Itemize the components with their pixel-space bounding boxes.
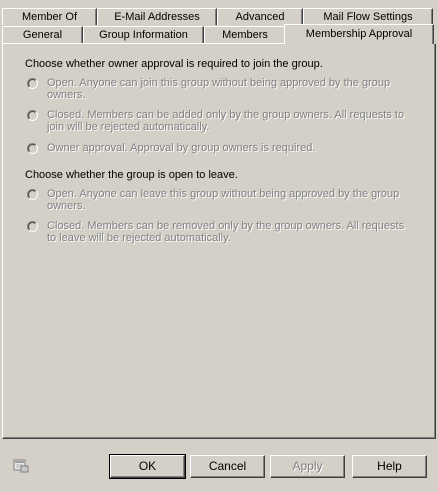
- radio-label: Open. Anyone can leave this group withou…: [47, 188, 400, 212]
- radio-button[interactable]: [27, 78, 38, 89]
- radio-label: Owner approval. Approval by group owners…: [47, 142, 316, 154]
- tab-general[interactable]: General: [2, 26, 83, 43]
- radio-label: Closed. Members can be removed only by t…: [47, 220, 405, 244]
- properties-page-icon: [13, 459, 29, 473]
- tab-group-information[interactable]: Group Information: [83, 26, 204, 43]
- ok-button[interactable]: OK: [109, 454, 186, 479]
- tab-members[interactable]: Members: [204, 26, 286, 43]
- radio-button[interactable]: [27, 221, 38, 232]
- tab-email-addresses[interactable]: E-Mail Addresses: [97, 8, 217, 25]
- radio-button[interactable]: [27, 110, 38, 121]
- tab-mail-flow-settings[interactable]: Mail Flow Settings: [303, 8, 433, 25]
- tab-advanced[interactable]: Advanced: [217, 8, 303, 25]
- radio-button[interactable]: [27, 143, 38, 154]
- leave-section-title: Choose whether the group is open to leav…: [25, 169, 238, 181]
- cancel-button[interactable]: Cancel: [190, 455, 265, 478]
- join-section-title: Choose whether owner approval is require…: [25, 58, 323, 70]
- radio-label: Closed. Members can be added only by the…: [47, 109, 405, 133]
- radio-label: Open. Anyone can join this group without…: [47, 77, 391, 101]
- tab-member-of[interactable]: Member Of: [2, 8, 97, 25]
- tab-panel-membership-approval: Choose whether owner approval is require…: [2, 43, 436, 439]
- radio-button[interactable]: [27, 189, 38, 200]
- apply-button[interactable]: Apply: [270, 455, 345, 478]
- help-button[interactable]: Help: [352, 455, 427, 478]
- tab-membership-approval[interactable]: Membership Approval: [284, 24, 434, 44]
